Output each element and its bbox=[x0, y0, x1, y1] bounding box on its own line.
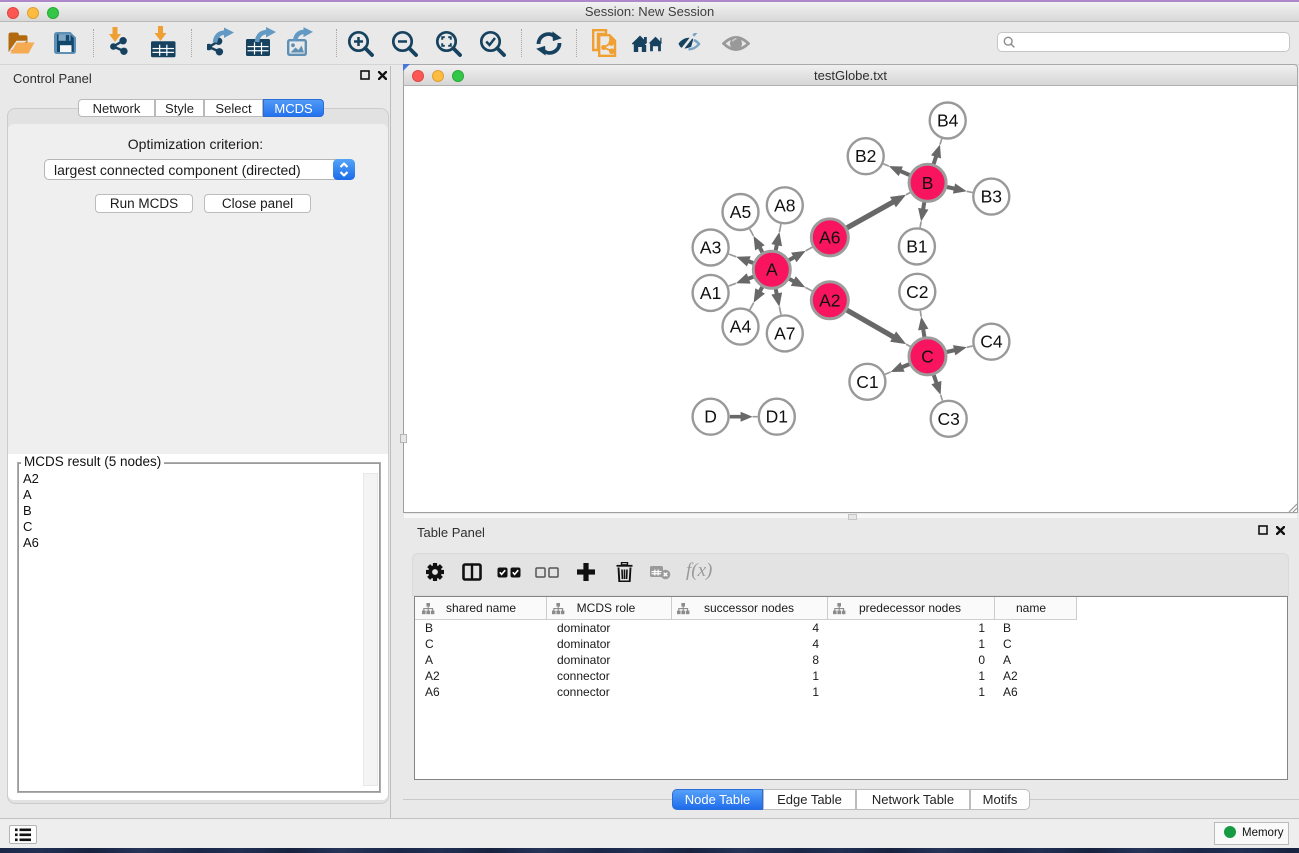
svg-text:D: D bbox=[704, 407, 717, 427]
svg-text:D1: D1 bbox=[766, 407, 788, 427]
svg-text:B4: B4 bbox=[937, 111, 959, 131]
svg-text:A8: A8 bbox=[774, 195, 795, 215]
svg-text:A1: A1 bbox=[700, 283, 721, 303]
svg-text:A6: A6 bbox=[819, 227, 840, 247]
svg-text:C3: C3 bbox=[938, 409, 960, 429]
svg-text:A5: A5 bbox=[730, 202, 751, 222]
svg-text:A3: A3 bbox=[700, 238, 721, 258]
svg-text:C: C bbox=[921, 346, 934, 366]
svg-text:C2: C2 bbox=[906, 282, 928, 302]
svg-text:A4: A4 bbox=[730, 317, 752, 337]
svg-text:B2: B2 bbox=[855, 146, 876, 166]
svg-text:C1: C1 bbox=[856, 372, 878, 392]
svg-text:A2: A2 bbox=[819, 290, 840, 310]
svg-text:A: A bbox=[766, 260, 778, 280]
svg-text:B: B bbox=[922, 173, 934, 193]
svg-text:A7: A7 bbox=[774, 323, 795, 343]
svg-text:B3: B3 bbox=[981, 187, 1002, 207]
svg-text:C4: C4 bbox=[980, 332, 1003, 352]
svg-text:B1: B1 bbox=[906, 236, 927, 256]
